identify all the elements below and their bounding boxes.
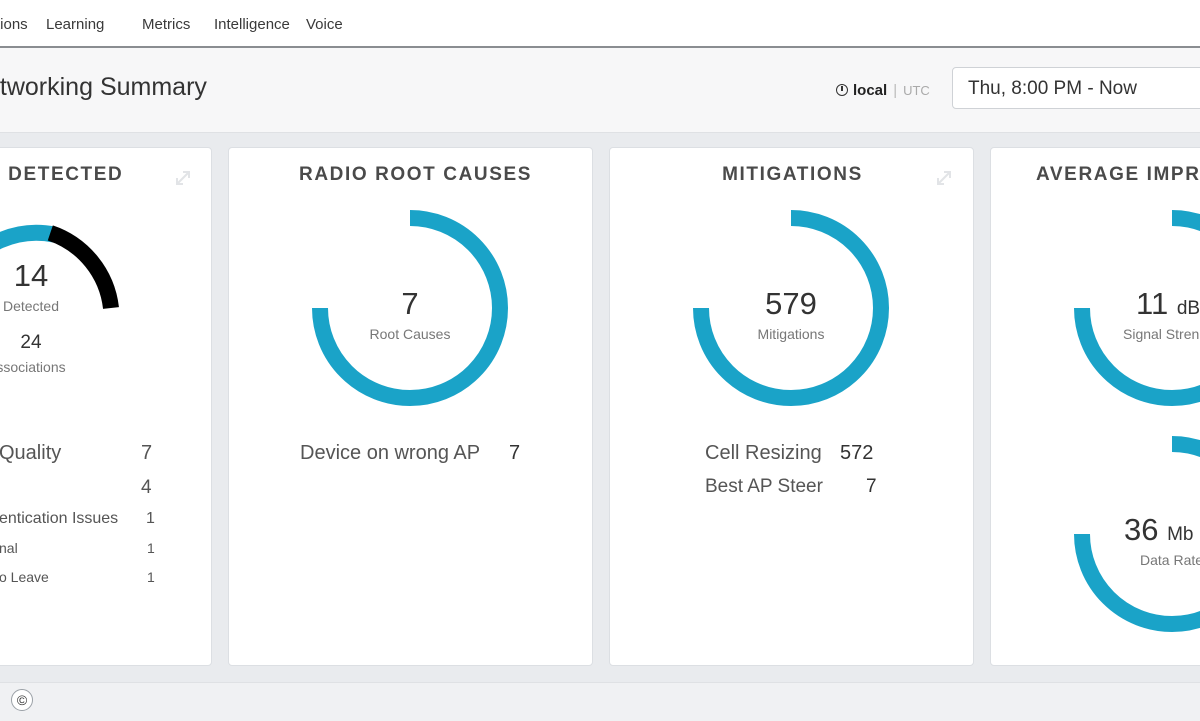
card-title: RADIO ROOT CAUSES [299, 164, 533, 185]
rate-unit: Mb [1167, 524, 1194, 545]
row-label: Quality [0, 442, 62, 464]
detected-row-value: 7 [141, 442, 153, 464]
clock-icon [836, 84, 848, 96]
data-rate-improvement: 36 Mb [1124, 512, 1194, 548]
card-title: MITIGATIONS [722, 164, 863, 185]
detected-label: Detected [2, 298, 60, 314]
expand-icon[interactable] [173, 168, 193, 188]
nav-item-learning[interactable]: Learning [46, 16, 104, 33]
root-causes-value: 7 [401, 286, 419, 321]
signal-improvement: 11 dB [1136, 286, 1200, 322]
signal-unit: dB [1176, 298, 1200, 319]
detected-row[interactable]: Quality [0, 442, 61, 465]
card-radio-root-causes: RADIO ROOT CAUSES 7 Root Causes Device o… [228, 147, 593, 666]
mitigation-row-value: 572 [840, 442, 874, 464]
root-cause-row-value: 7 [509, 442, 521, 464]
page-header: etworking Summary local | UTC Thu, 8:00 PM… [0, 48, 1200, 133]
row-label: o Leave [0, 569, 49, 585]
mitigations-value: 579 [765, 286, 817, 321]
tz-divider: | [893, 82, 898, 99]
footer: © [0, 682, 1200, 721]
root-cause-row[interactable]: Device on wrong AP [300, 442, 480, 465]
page-title: etworking Summary [0, 73, 207, 101]
detected-gauge-black-arc [47, 225, 119, 310]
detected-value: 14 [13, 258, 49, 293]
data-rate-label: Data Rate [1140, 552, 1200, 568]
detected-gauge [0, 224, 119, 310]
nav-item-intelligence[interactable]: Intelligence [214, 16, 290, 33]
row-label: Device on wrong AP [300, 442, 481, 464]
detected-row[interactable]: entication Issues [0, 510, 118, 528]
detected-row-value: 1 [146, 510, 155, 527]
detected-row-value: 1 [147, 540, 155, 556]
root-causes-label: Root Causes [369, 326, 451, 342]
rate-value: 36 [1124, 512, 1159, 547]
nav-item-operations[interactable]: tions [0, 16, 28, 33]
copyright-icon[interactable]: © [11, 689, 33, 711]
expand-icon[interactable] [934, 168, 954, 188]
card-detected: S DETECTED 14 Detected 24 ssociations Qu… [0, 147, 212, 666]
card-title: AVERAGE IMPRO [1036, 164, 1200, 185]
mitigations-label: Mitigations [757, 326, 825, 342]
card-mitigations: MITIGATIONS 579 Mitigations Cell Resizin… [609, 147, 974, 666]
mitigation-row[interactable]: Best AP Steer [705, 476, 823, 498]
row-label: nal [0, 540, 18, 556]
tz-local[interactable]: local [853, 82, 887, 99]
row-label: Cell Resizing [705, 442, 822, 464]
tz-utc[interactable]: UTC [903, 83, 930, 98]
detected-row-value: 4 [141, 477, 152, 498]
associations-value: 24 [20, 332, 42, 353]
row-label: entication Issues [0, 510, 119, 527]
row-label: Best AP Steer [705, 476, 823, 497]
associations-label: ssociations [0, 359, 66, 375]
mitigation-row-value: 7 [866, 476, 877, 497]
detected-row[interactable]: nal [0, 540, 18, 556]
time-range-selector[interactable]: Thu, 8:00 PM - Now [952, 67, 1200, 109]
nav-item-metrics[interactable]: Metrics [142, 16, 190, 33]
mitigation-row[interactable]: Cell Resizing [705, 442, 822, 465]
card-title: S DETECTED [0, 164, 124, 185]
nav-item-voice[interactable]: Voice [306, 16, 343, 33]
detected-row[interactable]: o Leave [0, 569, 49, 585]
signal-value: 11 [1136, 286, 1169, 321]
signal-label: Signal Stren [1123, 326, 1200, 342]
timezone-toggle[interactable]: local | UTC [836, 82, 930, 99]
card-average-improvement: AVERAGE IMPRO 11 dB Signal Stren 36 Mb D… [990, 147, 1200, 666]
top-nav: tions Learning Metrics Intelligence Voic… [0, 0, 1200, 48]
detected-row-value: 1 [147, 569, 155, 585]
